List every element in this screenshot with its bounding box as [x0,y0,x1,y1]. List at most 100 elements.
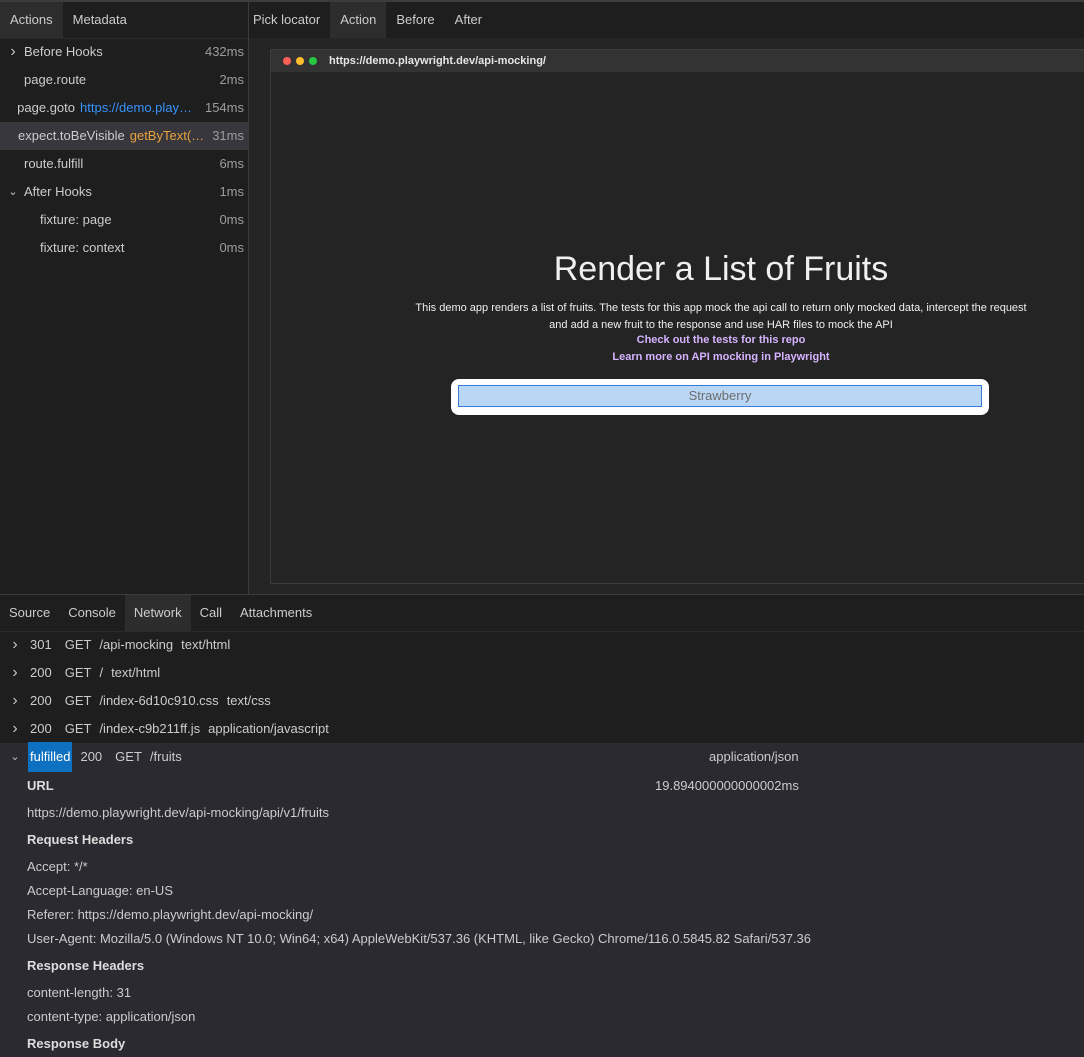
chevron-right-icon[interactable]: › [8,659,22,687]
action-item[interactable]: ⌄ After Hooks 1ms [0,178,248,206]
action-item[interactable]: fixture: page 0ms [0,206,248,234]
tab-call[interactable]: Call [191,595,231,631]
chevron-right-icon[interactable]: › [8,715,22,743]
tab-before[interactable]: Before [386,2,444,38]
action-item[interactable]: page.route 2ms [0,66,248,94]
request-method: GET [64,637,92,652]
action-item[interactable]: › Before Hooks 432ms [0,38,248,66]
pick-locator-button[interactable]: Pick locator [249,2,330,38]
fulfilled-badge: fulfilled [28,742,73,772]
request-path: /fruits [149,749,182,764]
action-item[interactable]: fixture: context 0ms [0,234,248,262]
action-name: expect.toBeVisible [18,128,125,143]
url-heading: URL [27,778,54,793]
page-heading: Render a List of Fruits [553,250,889,288]
tab-metadata[interactable]: Metadata [63,2,137,38]
request-status: 200 [30,693,52,708]
tab-source[interactable]: Source [0,595,59,631]
tab-after[interactable]: After [445,2,492,38]
action-duration: 0ms [219,212,244,227]
network-request-row[interactable]: › 200 GET / text/html [0,659,1084,687]
action-item[interactable]: route.fulfill 6ms [0,150,248,178]
fulfilled-request-row[interactable]: ⌄ fulfilled 200 GET /fruits application/… [0,742,1084,772]
response-body-heading: Response Body [27,1036,126,1051]
request-headers-heading: Request Headers [27,832,134,847]
fruit-list: Strawberry [451,379,989,415]
action-duration: 31ms [212,128,244,143]
request-type: text/html [111,665,161,680]
network-request-row[interactable]: › 301 GET/api-mocking text/html [0,631,1084,659]
address-bar: https://demo.playwright.dev/api-mocking/ [329,55,546,67]
details-panel: Source Console Network Call Attachments … [0,594,1084,1057]
request-duration: 19.894000000000002ms [655,778,799,793]
snapshot-tabs: Pick locator Action Before After [249,2,1084,38]
action-name: page.goto [17,100,76,115]
request-header: Referer: https://demo.playwright.dev/api… [27,907,314,922]
fruit-list-item: Strawberry [458,385,982,407]
chevron-down-icon[interactable]: ⌄ [6,178,20,206]
response-header: content-length: 31 [27,985,132,1000]
tab-console[interactable]: Console [59,595,125,631]
action-duration: 2ms [219,72,244,87]
network-request-row[interactable]: › 200 GET/index-c9b211ff.js application/jav… [0,715,1084,743]
action-name: After Hooks [24,184,92,199]
chevron-right-icon[interactable]: › [8,631,22,659]
browser-chrome: https://demo.playwright.dev/api-mocking/ [271,50,1084,72]
action-name: page.route [24,72,87,87]
request-header: User-Agent: Mozilla/5.0 (Windows NT 10.0… [27,931,811,946]
response-headers-heading: Response Headers [27,958,145,973]
action-duration: 1ms [219,184,244,199]
request-header: Accept-Language: en-US [27,883,173,898]
action-duration: 432ms [204,44,244,59]
tab-attachments[interactable]: Attachments [231,595,321,631]
action-name: Before Hooks [24,44,103,59]
request-status: 200 [30,721,52,736]
tab-action[interactable]: Action [330,2,387,38]
request-path: /index-c9b211ff.js [99,721,201,736]
action-name: fixture: page [40,212,112,227]
actions-tabs: Actions Metadata [0,2,248,39]
chevron-right-icon[interactable]: › [6,38,20,66]
minimize-dot-icon [296,57,304,65]
request-type: text/css [226,693,271,708]
request-path: /api-mocking [99,637,174,652]
request-path: /index-6d10c910.css [99,693,219,708]
request-url: https://demo.playwright.dev/api-mocking/… [27,805,330,820]
api-mocking-link[interactable]: Learn more on API mocking in Playwright [271,351,1084,363]
action-url: https://demo.playwright.dev/api-mocking [80,100,199,115]
action-name: route.fulfill [24,156,84,171]
page-description: This demo app renders a list of fruits. … [271,300,1084,334]
description-line-2: and add a new fruit to the response and … [549,319,893,331]
request-method: GET [115,749,142,764]
tests-link[interactable]: Check out the tests for this repo [271,334,1084,346]
request-type: application/javascript [208,721,329,736]
request-content-type: application/json [709,749,799,764]
action-item[interactable]: expect.toBeVisible getByText('Strawberry'… [0,122,248,150]
action-locator: getByText('Strawberry') [129,128,206,143]
action-duration: 0ms [219,240,244,255]
request-header: Accept: */* [27,859,88,874]
tab-network[interactable]: Network [124,595,191,631]
request-status: 200 [30,665,52,680]
action-name: fixture: context [40,240,125,255]
tab-actions[interactable]: Actions [0,2,63,38]
request-method: GET [64,721,92,736]
action-duration: 6ms [219,156,244,171]
snapshot-panel: Pick locator Action Before After https:/… [249,2,1084,594]
response-header: content-type: application/json [27,1009,196,1024]
action-item[interactable]: page.goto https://demo.playwright.dev/api… [0,94,248,122]
request-method: GET [64,693,92,708]
maximize-dot-icon [309,57,317,65]
browser-snapshot: https://demo.playwright.dev/api-mocking/… [270,49,1084,584]
details-tabs: Source Console Network Call Attachments [0,595,1084,632]
request-status: 301 [30,637,52,652]
action-duration: 154ms [204,100,244,115]
request-path: / [99,665,104,680]
chevron-down-icon: ⌄ [10,751,20,763]
request-type: text/html [181,637,231,652]
network-request-expanded: ⌄ fulfilled 200 GET /fruits application/… [0,742,1084,1057]
chevron-right-icon[interactable]: › [8,687,22,715]
network-request-row[interactable]: › 200 GET/index-6d10c910.css text/css [0,687,1084,715]
request-method: GET [64,665,92,680]
description-line-1: This demo app renders a list of fruits. … [415,302,1027,314]
